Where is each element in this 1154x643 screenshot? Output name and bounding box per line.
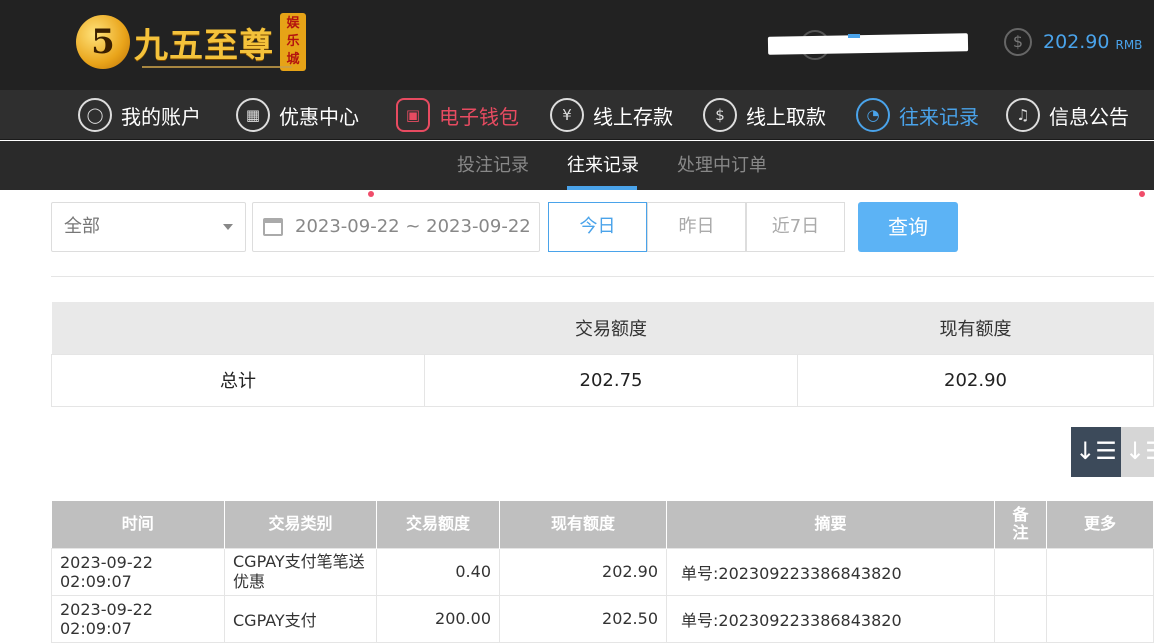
cell-balance: 202.90 xyxy=(499,547,667,596)
bell-icon: ♫ xyxy=(1006,98,1040,132)
nav-label: 优惠中心 xyxy=(279,104,359,129)
nav-label: 我的账户 xyxy=(121,104,201,129)
username-fragment xyxy=(848,34,860,38)
table-row: 2023-09-22 02:09:07 CGPAY支付 200.00 202.5… xyxy=(51,594,1154,643)
cell-time: 2023-09-22 02:09:07 xyxy=(51,547,225,596)
announcements-badge-dot xyxy=(1139,191,1145,197)
sort-ascending-button[interactable]: ↓☰ xyxy=(1121,427,1154,477)
column-header: 更多 xyxy=(1046,501,1154,548)
column-header: 现有额度 xyxy=(499,501,667,548)
column-header: 交易类别 xyxy=(224,501,377,548)
nav-online-withdraw[interactable]: $ 线上取款 xyxy=(703,90,826,140)
column-header: 交易额度 xyxy=(376,501,500,548)
column-header: 摘要 xyxy=(666,501,995,548)
summary-cell: 总计 xyxy=(51,353,425,407)
summary-header xyxy=(51,302,425,354)
cell-note xyxy=(994,594,1047,643)
site-logo[interactable]: 5 九五至尊 娱乐城 xyxy=(76,10,306,74)
summary-header: 现有额度 xyxy=(797,302,1154,354)
gift-icon: ▦ xyxy=(236,98,270,132)
cell-summary: 单号:202309223386843820 xyxy=(666,594,995,643)
logo-text: 九五至尊 xyxy=(134,25,274,66)
logo-badge: 5 xyxy=(76,15,130,69)
nav-label: 往来记录 xyxy=(899,104,979,129)
calendar-icon xyxy=(263,218,283,236)
table-row: 2023-09-22 02:09:07 CGPAY支付笔笔送优惠 0.40 20… xyxy=(51,547,1154,596)
range-7days-button[interactable]: 近7日 xyxy=(746,202,845,252)
nav-label: 线上存款 xyxy=(593,104,673,129)
logo-ornament xyxy=(142,66,292,76)
tab-pending-orders[interactable]: 处理中订单 xyxy=(677,141,767,190)
divider xyxy=(51,276,1154,277)
summary-cell: 202.75 xyxy=(424,353,798,407)
select-value: 全部 xyxy=(64,216,100,237)
user-icon: ◯ xyxy=(78,98,112,132)
cell-type: CGPAY支付 xyxy=(224,594,377,643)
cell-amount: 200.00 xyxy=(376,594,500,643)
sort-asc-icon: ↓☰ xyxy=(1125,437,1154,465)
cell-summary: 单号:20230922338684382​0 xyxy=(666,547,995,596)
summary-table: 交易额度 现有额度 总计 202.75 202.90 xyxy=(51,302,1154,407)
tab-bet-records[interactable]: 投注记录 xyxy=(457,141,529,190)
range-yesterday-button[interactable]: 昨日 xyxy=(647,202,746,252)
chevron-down-icon xyxy=(223,224,233,230)
top-header: 5 九五至尊 娱乐城 $ 202.90 RMB xyxy=(0,0,1154,90)
cell-time: 2023-09-22 02:09:07 xyxy=(51,594,225,643)
summary-header-row: 交易额度 现有额度 xyxy=(51,302,1154,354)
transactions-table: 时间 交易类别 交易额度 现有额度 摘要 备注 更多 2023-09-22 02… xyxy=(51,501,1154,643)
nav-label: 电子钱包 xyxy=(439,104,519,129)
balance-unit: RMB xyxy=(1115,38,1143,52)
main-nav: ◯ 我的账户 ▦ 优惠中心 ▣ 电子钱包 ¥ 线上存款 $ 线上取款 ◔ 往来记… xyxy=(0,90,1154,197)
balance-value: 202.90 xyxy=(1043,31,1110,53)
nav-promotions[interactable]: ▦ 优惠中心 xyxy=(236,90,359,140)
logo-seal: 娱乐城 xyxy=(280,13,306,71)
transaction-type-select[interactable]: 全部 xyxy=(51,202,246,252)
promotions-badge-dot xyxy=(368,191,374,197)
nav-records[interactable]: ◔ 往来记录 xyxy=(856,90,979,140)
cell-note xyxy=(994,547,1047,596)
column-header: 备注 xyxy=(994,501,1047,548)
redacted-username xyxy=(767,33,969,55)
cell-more[interactable] xyxy=(1046,547,1154,596)
balance-display: $ 202.90 RMB xyxy=(1004,28,1142,56)
withdraw-icon: $ xyxy=(703,98,737,132)
nav-my-account[interactable]: ◯ 我的账户 xyxy=(78,90,201,140)
records-icon: ◔ xyxy=(856,98,890,132)
sort-descending-button[interactable]: ↓☰ xyxy=(1071,427,1121,477)
cell-more[interactable] xyxy=(1046,594,1154,643)
tab-transaction-records[interactable]: 往来记录 xyxy=(567,141,639,190)
dollar-coin-icon: $ xyxy=(1004,28,1032,56)
query-button[interactable]: 查询 xyxy=(858,202,958,252)
table-header-row: 时间 交易类别 交易额度 现有额度 摘要 备注 更多 xyxy=(51,501,1154,548)
date-range-value: 2023-09-22 ~ 2023-09-22 xyxy=(295,216,531,237)
nav-announcements[interactable]: ♫ 信息公告 xyxy=(1006,90,1129,140)
summary-total-row: 总计 202.75 202.90 xyxy=(51,353,1154,407)
nav-label: 信息公告 xyxy=(1049,104,1129,129)
cell-balance: 202.50 xyxy=(499,594,667,643)
summary-header: 交易额度 xyxy=(424,302,798,354)
deposit-icon: ¥ xyxy=(550,98,584,132)
wallet-icon: ▣ xyxy=(396,98,430,132)
sort-desc-icon: ↓☰ xyxy=(1075,437,1117,465)
cell-amount: 0.40 xyxy=(376,547,500,596)
date-range-input[interactable]: 2023-09-22 ~ 2023-09-22 xyxy=(252,202,540,252)
nav-online-deposit[interactable]: ¥ 线上存款 xyxy=(550,90,673,140)
nav-label: 线上取款 xyxy=(746,104,826,129)
cell-type: CGPAY支付笔笔送优惠 xyxy=(224,547,377,596)
column-header: 时间 xyxy=(51,501,225,548)
summary-cell: 202.90 xyxy=(797,353,1154,407)
range-today-button[interactable]: 今日 xyxy=(548,202,647,252)
active-tab-indicator xyxy=(567,186,637,190)
sub-nav: 投注记录 往来记录 处理中订单 xyxy=(0,141,1154,190)
nav-e-wallet[interactable]: ▣ 电子钱包 xyxy=(396,90,519,140)
